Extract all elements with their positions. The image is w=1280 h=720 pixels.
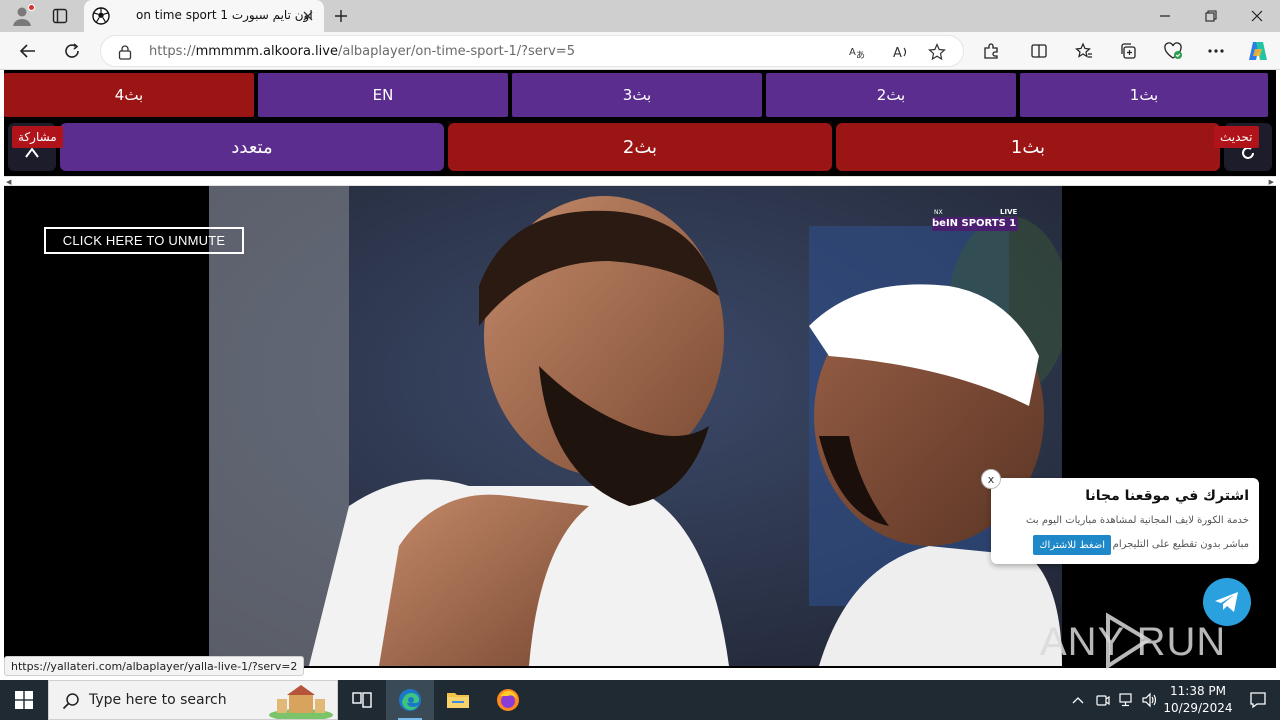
- popup-description-line1: خدمة الكورة لايف المجانية لمشاهدة مباريا…: [1026, 515, 1249, 526]
- video-player[interactable]: [209, 186, 1062, 666]
- search-icon: [61, 691, 81, 711]
- notification-center-icon[interactable]: [1236, 680, 1280, 720]
- server-bar-row1: بث4 EN بث3 بث2 بث1: [4, 73, 1268, 117]
- popup-description-line2: مباشر بدون تقطيع على التليجرام: [1112, 539, 1249, 550]
- live-label: LIVE: [1000, 208, 1018, 216]
- browser-titlebar: on time sport 1 اون تايم سبورت: [0, 0, 1280, 32]
- subscribe-button[interactable]: اضغط للاشتراك: [1033, 535, 1111, 555]
- scroll-left-arrow-icon[interactable]: ◀: [6, 178, 11, 186]
- url-path: /albaplayer/on-time-sport-1/?serv=5: [337, 44, 575, 59]
- task-view-icon[interactable]: [338, 680, 386, 720]
- svg-text:A: A: [893, 46, 902, 61]
- url-text[interactable]: https://mmmmm.alkoora.live/albaplayer/on…: [149, 44, 575, 59]
- browser-essentials-icon[interactable]: [1159, 37, 1187, 65]
- tab-actions-icon[interactable]: [46, 4, 74, 28]
- anyrun-watermark: ANY RUN: [1040, 608, 1232, 672]
- subscribe-popup: اشترك في موقعنا مجانا خدمة الكورة لايف ا…: [991, 478, 1259, 564]
- server-button-3[interactable]: بث3: [512, 73, 762, 117]
- url-prefix: https://: [149, 44, 196, 59]
- edge-browser-icon[interactable]: [386, 680, 434, 720]
- read-aloud-icon[interactable]: A: [891, 42, 911, 62]
- split-screen-icon[interactable]: [1025, 37, 1053, 65]
- svg-text:A: A: [849, 47, 856, 58]
- clock-date: 10/29/2024: [1163, 701, 1233, 715]
- collections-icon[interactable]: [1114, 37, 1142, 65]
- notification-dot: [28, 4, 35, 11]
- share-label[interactable]: مشاركة: [12, 126, 63, 148]
- system-clock[interactable]: 11:38 PM 10/29/2024: [1160, 683, 1236, 717]
- channel-logo: NX beIN SPORTS 1 LIVE: [928, 208, 1024, 234]
- server-button-4[interactable]: بث4: [4, 73, 254, 117]
- server-button-1[interactable]: بث1: [1020, 73, 1268, 117]
- translate-icon[interactable]: Aあ: [847, 42, 867, 62]
- unmute-button[interactable]: CLICK HERE TO UNMUTE: [44, 227, 244, 254]
- video-frame-image: [209, 186, 1062, 666]
- lock-icon[interactable]: [117, 44, 133, 60]
- refresh-label[interactable]: تحديث: [1214, 126, 1259, 148]
- favorites-icon[interactable]: [1070, 37, 1098, 65]
- taskbar-search[interactable]: Type here to search: [48, 680, 338, 720]
- browser-tab-active[interactable]: on time sport 1 اون تايم سبورت: [84, 0, 324, 32]
- popup-title: اشترك في موقعنا مجانا: [1085, 488, 1249, 504]
- profile-avatar-icon[interactable]: [8, 2, 36, 30]
- address-bar[interactable]: https://mmmmm.alkoora.live/albaplayer/on…: [100, 35, 964, 67]
- search-placeholder: Type here to search: [89, 692, 227, 708]
- svg-text:あ: あ: [856, 50, 865, 61]
- file-explorer-icon[interactable]: [434, 680, 482, 720]
- firefox-icon[interactable]: [484, 680, 532, 720]
- scroll-right-arrow-icon[interactable]: ▶: [1269, 178, 1274, 186]
- copilot-icon[interactable]: [1244, 37, 1272, 65]
- close-tab-icon[interactable]: [300, 8, 316, 24]
- refresh-icon[interactable]: [58, 37, 86, 65]
- back-arrow-icon[interactable]: [14, 37, 42, 65]
- extensions-puzzle-icon[interactable]: [977, 37, 1005, 65]
- server-button-en[interactable]: EN: [258, 73, 508, 117]
- browser-toolbar: https://mmmmm.alkoora.live/albaplayer/on…: [0, 32, 1280, 70]
- watermark-text: ANY RUN: [1040, 620, 1227, 664]
- stream-1-button[interactable]: بث1: [836, 123, 1220, 171]
- svg-text:NX: NX: [934, 209, 943, 216]
- favorite-star-icon[interactable]: [927, 42, 947, 62]
- close-window-icon[interactable]: [1234, 0, 1280, 32]
- server-bar-row2: متعدد بث2 بث1: [4, 123, 1272, 171]
- popup-close-button[interactable]: x: [981, 469, 1001, 489]
- server-button-2[interactable]: بث2: [766, 73, 1016, 117]
- multi-server-button[interactable]: متعدد: [60, 123, 444, 171]
- channel-badge: beIN SPORTS 1: [932, 218, 1017, 229]
- windows-taskbar: Type here to search 11:38 PM 10/29/2024: [0, 680, 1280, 720]
- status-bar-link: https://yallateri.com/albaplayer/yalla-l…: [4, 656, 305, 676]
- tab-title: on time sport 1 اون تايم سبورت: [136, 8, 313, 22]
- stream-2-button[interactable]: بث2: [448, 123, 832, 171]
- show-hidden-icons-chevron-icon[interactable]: [1068, 690, 1088, 710]
- restore-icon[interactable]: [1188, 0, 1234, 32]
- minimize-icon[interactable]: [1142, 0, 1188, 32]
- search-highlight-illustration: [267, 683, 335, 719]
- page-content: بث4 EN بث3 بث2 بث1 متعدد بث2 بث1 مشاركة …: [0, 70, 1280, 680]
- meet-now-icon[interactable]: [1093, 690, 1113, 710]
- volume-icon[interactable]: [1140, 690, 1160, 710]
- settings-more-icon[interactable]: [1202, 37, 1230, 65]
- new-tab-icon[interactable]: [330, 5, 352, 27]
- clock-time: 11:38 PM: [1170, 684, 1226, 698]
- soccer-ball-icon: [92, 7, 110, 25]
- horizontal-scrollbar[interactable]: ◀ ▶: [4, 176, 1276, 186]
- windows-start-icon[interactable]: [0, 680, 48, 720]
- url-host: mmmmm.alkoora.live: [195, 44, 338, 59]
- network-icon[interactable]: [1117, 690, 1137, 710]
